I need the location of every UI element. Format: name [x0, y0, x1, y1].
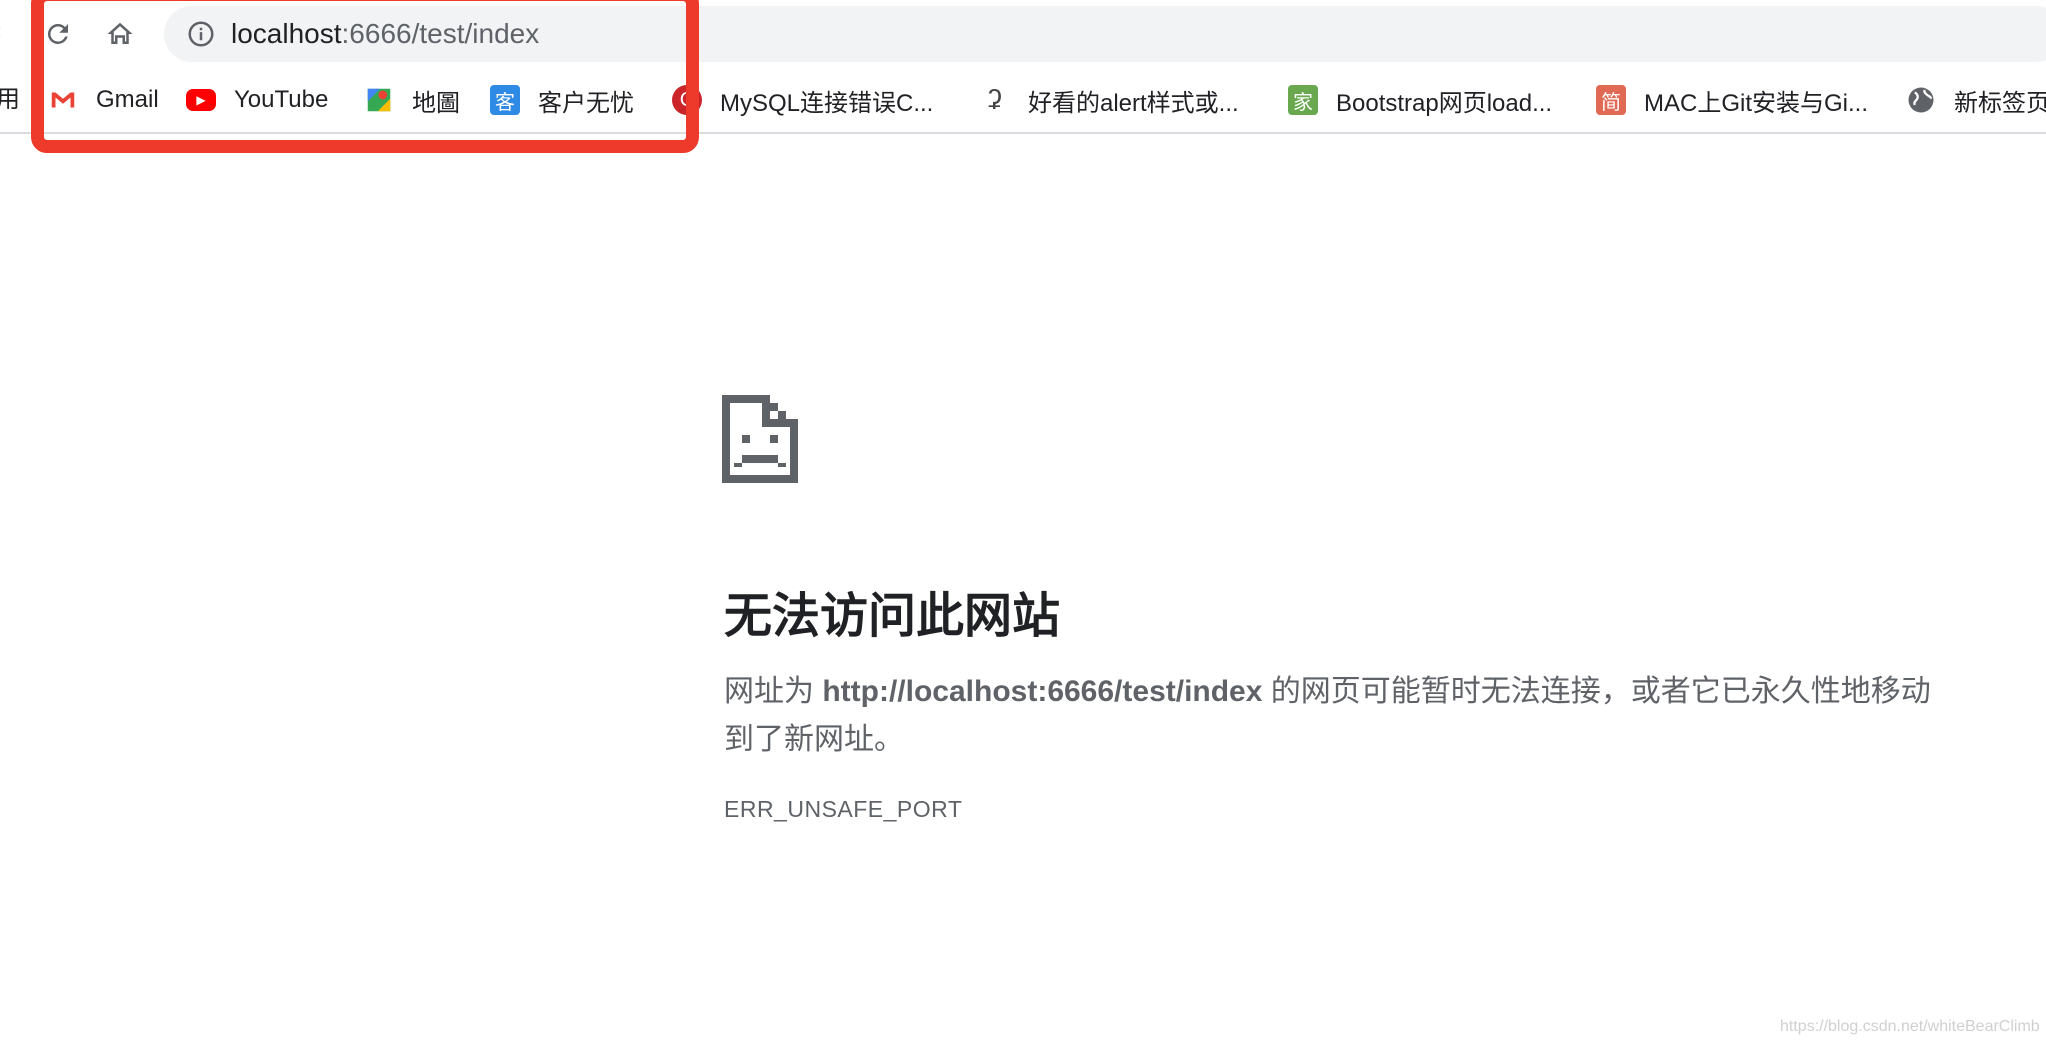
- bookmark-alert[interactable]: ʡ 好看的alert样式或...: [980, 68, 1239, 132]
- jia-icon: 家: [1288, 85, 1318, 115]
- bookmark-label: Bootstrap网页load...: [1336, 89, 1553, 117]
- bookmark-newtab[interactable]: 新标签页: [1906, 68, 2046, 132]
- watermark: https://blog.csdn.net/whiteBearClimb: [1780, 1018, 2040, 1035]
- bookmark-git[interactable]: 简 MAC上Git安装与Gi...: [1596, 68, 1868, 132]
- bookmark-label: 新标签页: [1954, 89, 2046, 117]
- error-description: 网址为 http://localhost:6666/test/index 的网页…: [724, 668, 1934, 764]
- bookmark-bootstrap[interactable]: 家 Bootstrap网页load...: [1288, 68, 1552, 132]
- bookmark-label: MySQL连接错误C...: [720, 89, 934, 117]
- bookmark-label: 好看的alert样式或...: [1028, 89, 1239, 117]
- error-title: 无法访问此网站: [724, 590, 1061, 643]
- sad-document-icon: [722, 395, 798, 483]
- script-icon: ʡ: [988, 84, 1002, 115]
- back-arrow-icon[interactable]: ‹: [0, 18, 8, 44]
- globe-icon: [1908, 87, 1934, 113]
- error-desc-url: http://localhost:6666/test/index: [822, 675, 1263, 708]
- bookmark-label: MAC上Git安装与Gi...: [1644, 89, 1869, 117]
- jianshu-icon: 简: [1596, 85, 1626, 115]
- error-desc-prefix: 网址为: [724, 675, 823, 708]
- highlight-annotation: [31, 0, 699, 153]
- bookmark-mysql[interactable]: C MySQL连接错误C...: [672, 68, 933, 132]
- error-code: ERR_UNSAFE_PORT: [724, 796, 963, 822]
- clipped-bookmark[interactable]: 用: [0, 68, 20, 132]
